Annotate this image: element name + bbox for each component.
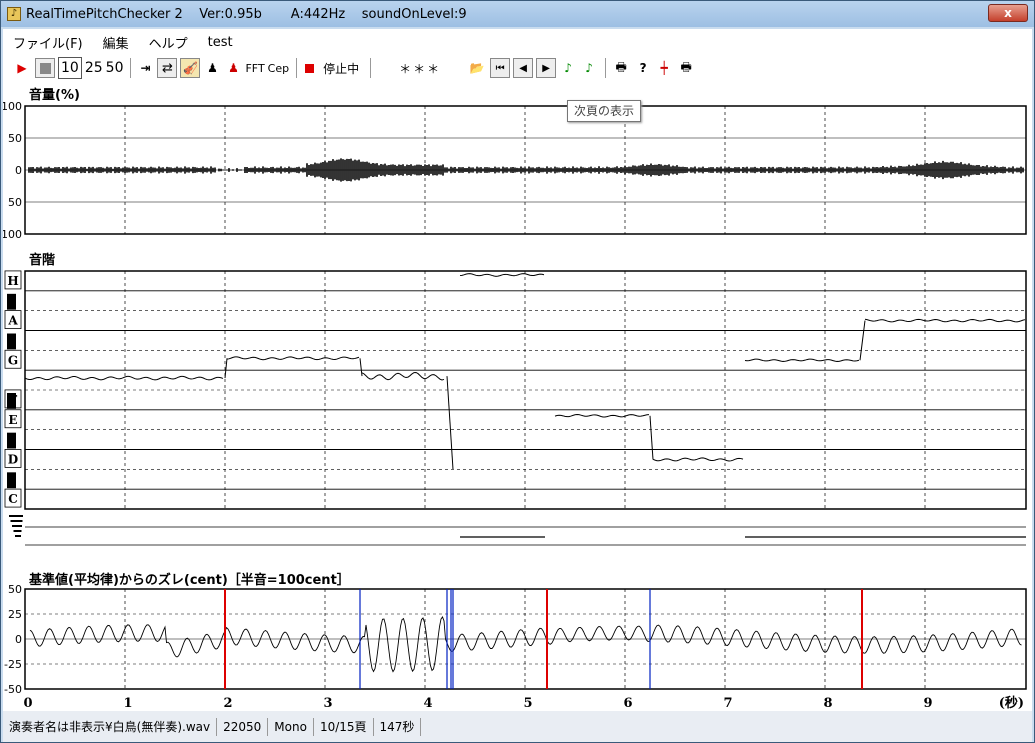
time-tick-label: 7: [723, 696, 732, 711]
status-label: 停止中: [323, 61, 360, 76]
note-label: D: [8, 452, 18, 466]
menu-bar: ファイル(F) 編集 ヘルプ test: [3, 29, 1032, 55]
status-duration: 147秒: [374, 717, 422, 736]
chart-area: 10050050100HAGFEDC50250-25-500123456789(…: [1, 81, 1032, 711]
menu-help[interactable]: ヘルプ: [139, 33, 198, 52]
speed-10-button[interactable]: 10: [58, 57, 82, 79]
octave-marker: [12, 525, 22, 527]
status-bar: 演奏者名は非表示¥白鳥(無伴奏).wav 22050 Mono 10/15頁 1…: [3, 711, 1032, 742]
piano-black-key: [7, 393, 16, 409]
close-button[interactable]: x: [988, 4, 1028, 22]
volume-tick-label: 50: [8, 132, 22, 145]
time-tick-label: 3: [323, 696, 332, 711]
volume-tick-label: 100: [3, 100, 22, 113]
time-tick-label: 0: [23, 696, 32, 711]
status-channels: Mono: [268, 717, 314, 736]
fft-button[interactable]: FFT: [245, 57, 264, 79]
speed-25-button[interactable]: 25: [85, 57, 103, 79]
cent-tick-label: 0: [15, 633, 22, 646]
piano-black-key: [7, 293, 16, 310]
open-folder-icon[interactable]: 📂: [467, 57, 487, 79]
toolbar-separator: [296, 58, 298, 78]
stop-button[interactable]: [35, 58, 55, 78]
cent-panel-label: 基準値(平均律)からのズレ(cent)［半音=100cent］: [29, 573, 350, 588]
scale-panel-label: 音階: [29, 253, 56, 268]
note-label: H: [7, 274, 18, 288]
octave-marker: [9, 515, 23, 517]
window-title: RealTimePitchChecker 2 Ver:0.95b A:442Hz…: [26, 6, 467, 22]
title-bar: ♪ RealTimePitchChecker 2 Ver:0.95b A:442…: [1, 1, 1034, 27]
note-label: G: [8, 353, 18, 367]
singer-icon[interactable]: ♟: [224, 57, 242, 79]
time-tick-label: 9: [923, 696, 932, 711]
printer-settings-icon[interactable]: 🖶: [676, 57, 696, 79]
time-tick-label: 5: [523, 696, 532, 711]
help-icon[interactable]: ?: [634, 57, 652, 79]
print-icon[interactable]: 🖶: [611, 57, 631, 79]
menu-file[interactable]: ファイル(F): [3, 33, 93, 52]
cent-tick-label: -25: [4, 658, 22, 671]
volume-tick-label: 50: [8, 196, 22, 209]
note-alt-icon[interactable]: ♪: [580, 57, 598, 79]
note-label: A: [7, 314, 18, 328]
record-icon[interactable]: [302, 57, 316, 79]
octave-marker: [15, 535, 21, 537]
volume-panel-label: 音量(%): [29, 88, 80, 103]
toolbar: ▶ 10 25 50 ⇥ ⇄ 🎻 ♟ ♟ FFT Cep 停止中 ＊＊＊ 📂 ⏮…: [3, 55, 1032, 81]
status-filename: 演奏者名は非表示¥白鳥(無伴奏).wav: [3, 717, 218, 736]
status-sample-rate: 22050: [217, 717, 269, 736]
speed-50-button[interactable]: 50: [106, 57, 124, 79]
time-unit-label: (秒): [999, 695, 1024, 711]
time-tick-label: 1: [123, 696, 132, 711]
piano-black-key: [7, 333, 16, 350]
toolbar-grip: [3, 57, 9, 79]
cent-tick-label: 50: [8, 583, 22, 596]
toolbar-separator: [605, 58, 607, 78]
marker-icon[interactable]: ┿: [655, 57, 673, 79]
piano-black-key: [7, 432, 16, 449]
info-display: ＊＊＊: [399, 61, 442, 76]
time-tick-label: 2: [223, 696, 232, 711]
cep-button[interactable]: Cep: [268, 57, 289, 79]
toolbar-separator: [130, 58, 132, 78]
note-label: C: [8, 492, 18, 506]
repeat-icon[interactable]: ⇄: [157, 58, 178, 78]
toolbar-separator: [370, 58, 372, 78]
time-tick-label: 4: [423, 696, 432, 711]
play-button[interactable]: ▶: [12, 57, 32, 79]
volume-tick-label: 100: [3, 228, 22, 241]
note-icon[interactable]: ♪: [559, 57, 577, 79]
app-window: ♪ RealTimePitchChecker 2 Ver:0.95b A:442…: [0, 0, 1035, 743]
app-icon: ♪: [7, 7, 21, 21]
cent-tick-label: -50: [4, 683, 22, 696]
first-page-icon[interactable]: ⏮: [490, 58, 511, 78]
player-icon[interactable]: ♟: [203, 57, 221, 79]
octave-marker: [10, 520, 23, 522]
status-page: 10/15頁: [314, 717, 374, 736]
cent-tick-label: 25: [8, 608, 22, 621]
jump-end-icon[interactable]: ⇥: [136, 57, 154, 79]
next-page-tooltip: 次頁の表示: [567, 100, 642, 122]
volume-tick-label: 0: [15, 164, 22, 177]
piano-black-key: [7, 472, 16, 489]
note-label: E: [8, 413, 17, 427]
menu-test[interactable]: test: [198, 35, 243, 50]
octave-marker: [13, 530, 22, 532]
next-page-icon[interactable]: ▶: [536, 58, 557, 78]
violin-icon[interactable]: 🎻: [180, 58, 201, 78]
prev-page-icon[interactable]: ◀: [513, 58, 534, 78]
time-tick-label: 6: [623, 696, 632, 711]
pitch-plot: 10050050100HAGFEDC50250-25-500123456789(…: [1, 100, 1027, 711]
menu-edit[interactable]: 編集: [93, 33, 139, 52]
time-tick-label: 8: [823, 696, 832, 711]
